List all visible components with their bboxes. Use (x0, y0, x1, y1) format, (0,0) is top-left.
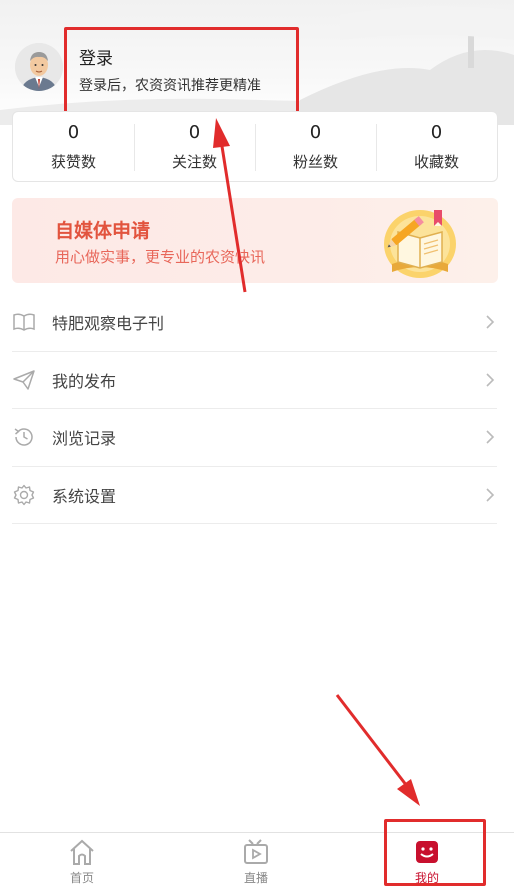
book-icon (12, 310, 36, 334)
login-title[interactable]: 登录 (79, 44, 113, 69)
stats-card: 0 获赞数 0 关注数 0 粉丝数 0 收藏数 (12, 111, 498, 182)
menu-item-label: 我的发布 (52, 371, 117, 391)
self-media-banner[interactable]: 自媒体申请 用心做实事，更专业的农资快讯 (12, 198, 498, 283)
menu-item-my-posts[interactable]: 我的发布 (12, 352, 497, 409)
mine-tab-annotation-box (384, 819, 486, 886)
profile-page: 登录 登录后，农资资讯推荐更精准 0 获赞数 0 关注数 0 粉丝数 0 收藏数… (0, 0, 514, 887)
stat-label: 关注数 (171, 153, 217, 171)
avatar-icon (15, 43, 63, 91)
tab-label: 直播 (243, 871, 268, 885)
stat-value: 0 (309, 122, 322, 143)
menu-item-history[interactable]: 浏览记录 (12, 409, 497, 467)
gear-icon (12, 483, 36, 507)
arrow-to-mine-tab (335, 694, 420, 806)
stat-value: 0 (188, 122, 201, 143)
stat-label: 粉丝数 (292, 153, 338, 171)
tab-live[interactable]: 直播 (196, 833, 316, 887)
menu-item-label: 浏览记录 (52, 429, 117, 449)
login-annotation-box (64, 27, 299, 116)
stat-value: 0 (430, 122, 443, 143)
menu-item-settings[interactable]: 系统设置 (12, 467, 497, 524)
home-icon (70, 839, 94, 865)
stat-likes[interactable]: 0 获赞数 (13, 112, 134, 181)
menu-item-label: 特肥观察电子刊 (52, 314, 165, 334)
stat-label: 获赞数 (50, 153, 96, 171)
menu-list: 特肥观察电子刊 我的发布 浏览记录 系统设置 (0, 294, 514, 524)
tab-label: 首页 (69, 871, 94, 885)
banner-subtitle: 用心做实事，更专业的农资快讯 (55, 248, 266, 266)
menu-item-ebook[interactable]: 特肥观察电子刊 (12, 294, 497, 352)
stat-favorites[interactable]: 0 收藏数 (376, 112, 497, 181)
live-icon (244, 839, 268, 864)
stat-value: 0 (67, 122, 80, 143)
book-pencil-icon (384, 210, 456, 278)
menu-item-label: 系统设置 (52, 486, 117, 506)
chevron-right-icon (486, 315, 495, 329)
stat-following[interactable]: 0 关注数 (134, 112, 255, 181)
tab-home[interactable]: 首页 (22, 833, 142, 887)
stat-label: 收藏数 (413, 153, 459, 171)
login-subtitle[interactable]: 登录后，农资资讯推荐更精准 (79, 75, 261, 95)
stat-followers[interactable]: 0 粉丝数 (255, 112, 376, 181)
chevron-right-icon (486, 373, 495, 387)
paper-plane-icon (12, 368, 36, 392)
chevron-right-icon (486, 430, 495, 444)
chevron-right-icon (486, 488, 495, 502)
history-icon (12, 425, 36, 449)
avatar[interactable] (15, 43, 63, 91)
banner-title: 自媒体申请 (55, 220, 151, 242)
